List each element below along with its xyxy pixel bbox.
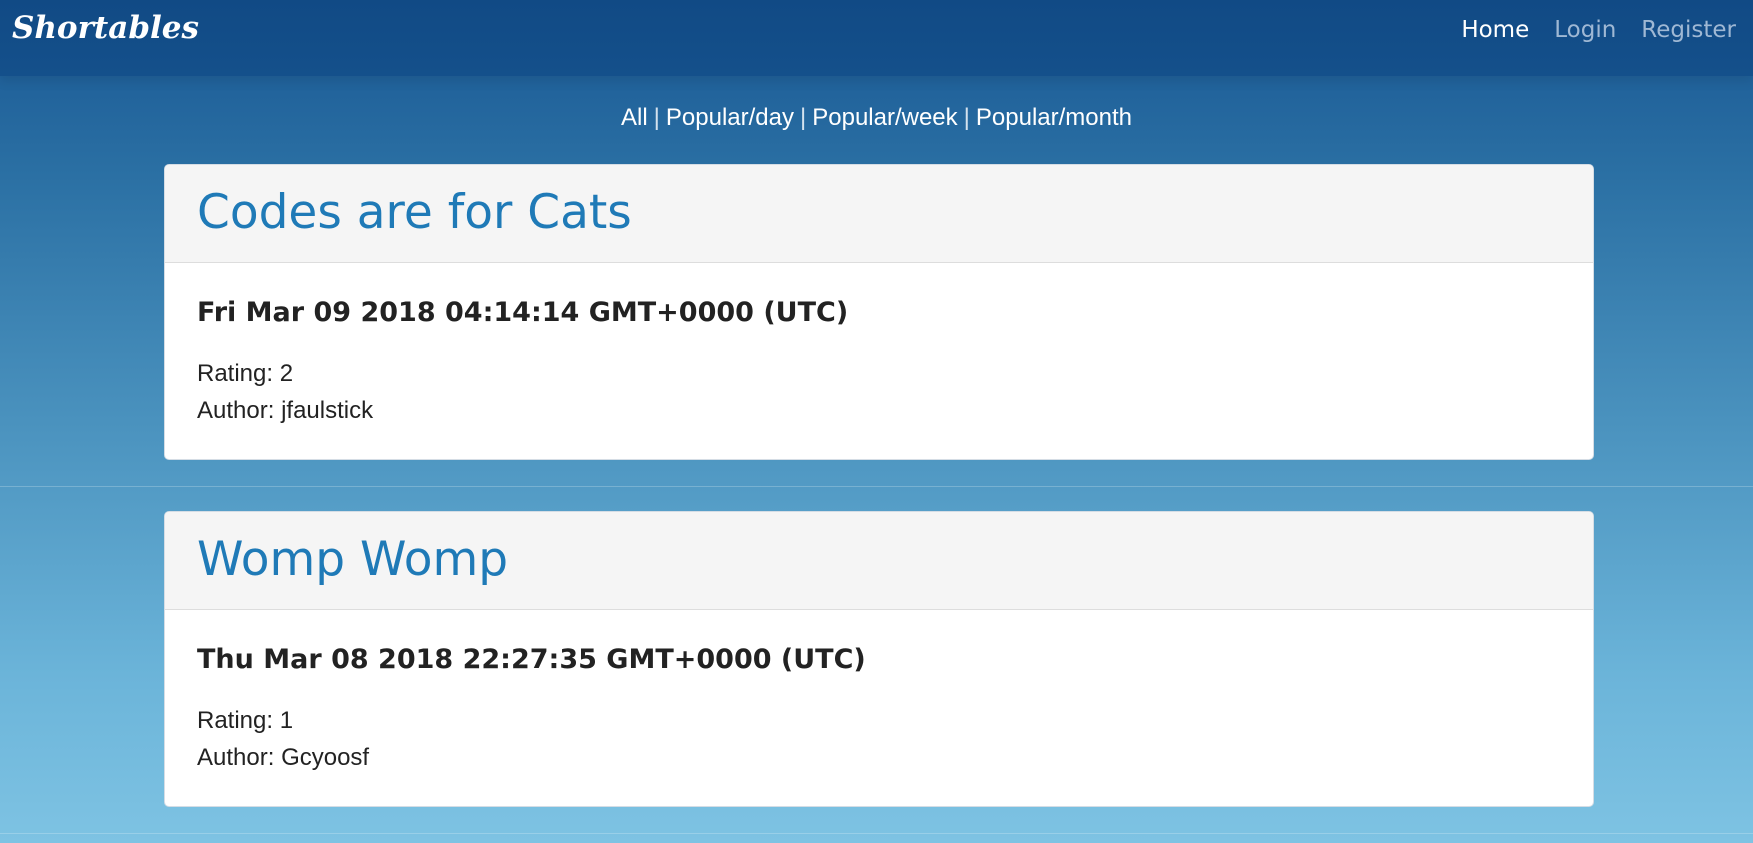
post-meta: Rating: 1 Author: Gcyoosf [197, 702, 369, 776]
author-value: Gcyoosf [281, 744, 370, 771]
rating-label: Rating: [197, 707, 274, 734]
post-card-header: Codes are for Cats [165, 165, 1593, 263]
rating-value: 1 [279, 707, 294, 734]
rating-value: 2 [279, 360, 294, 387]
post-card: Codes are for Cats Fri Mar 09 2018 04:14… [164, 164, 1594, 460]
author-value: jfaulstick [281, 397, 374, 424]
rating-label: Rating: [197, 360, 274, 387]
post-author: Author: jfaulstick [197, 392, 373, 429]
post-meta: Rating: 2 Author: jfaulstick [197, 355, 373, 429]
post-author: Author: Gcyoosf [197, 739, 369, 776]
post-date: Fri Mar 09 2018 04:14:14 GMT+0000 (UTC) [197, 297, 849, 328]
post-card: Womp Womp Thu Mar 08 2018 22:27:35 GMT+0… [164, 511, 1594, 807]
author-label: Author: [197, 744, 275, 771]
post-rating: Rating: 2 [197, 355, 373, 392]
author-label: Author: [197, 397, 275, 424]
post-rating: Rating: 1 [197, 702, 369, 739]
post-title-link[interactable]: Codes are for Cats [197, 185, 632, 240]
post-date: Thu Mar 08 2018 22:27:35 GMT+0000 (UTC) [197, 644, 866, 675]
post-card-header: Womp Womp [165, 512, 1593, 610]
post-title-link[interactable]: Womp Womp [197, 532, 508, 587]
